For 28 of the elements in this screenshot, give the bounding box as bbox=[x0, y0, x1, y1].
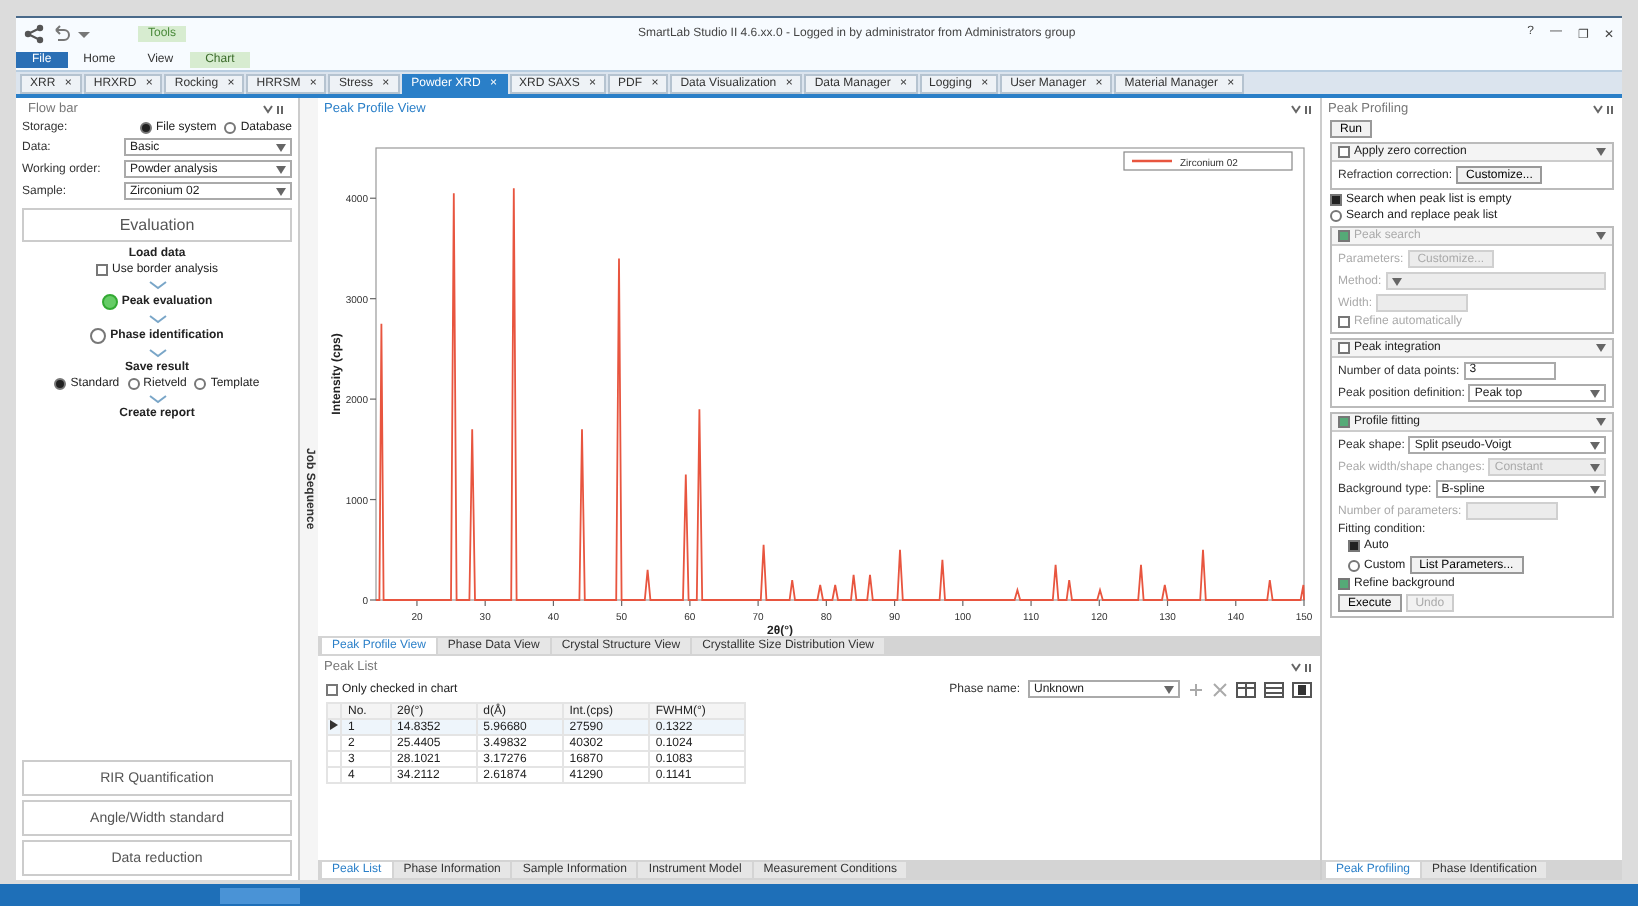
pin-icon[interactable] bbox=[1290, 661, 1314, 673]
row-pointer-icon bbox=[330, 720, 338, 730]
chevron-down-icon bbox=[147, 314, 167, 324]
dropdown-icon[interactable] bbox=[78, 27, 90, 39]
chevron-down-icon bbox=[147, 394, 167, 404]
collapse-icon[interactable] bbox=[1596, 148, 1606, 156]
pin-icon[interactable] bbox=[1290, 103, 1314, 115]
collapse-icon[interactable] bbox=[1596, 418, 1606, 426]
caret-icon bbox=[276, 187, 286, 195]
share-icon[interactable] bbox=[24, 23, 44, 43]
pin-icon[interactable] bbox=[1592, 103, 1616, 115]
chevron-down-icon bbox=[147, 280, 167, 290]
caret-icon bbox=[1391, 277, 1402, 285]
table-icon[interactable] bbox=[1236, 681, 1256, 697]
caret-icon bbox=[276, 143, 286, 151]
caret-icon bbox=[276, 165, 286, 173]
caret-icon bbox=[1590, 485, 1600, 493]
caret-icon bbox=[1590, 441, 1600, 449]
chevron-down-icon bbox=[147, 348, 167, 358]
undo-icon[interactable] bbox=[52, 24, 70, 42]
caret-icon bbox=[1164, 685, 1174, 693]
section-header[interactable]: Evaluation bbox=[22, 208, 292, 242]
caret-icon bbox=[1590, 463, 1600, 471]
caret-icon bbox=[1590, 389, 1600, 397]
collapse-icon[interactable] bbox=[1596, 344, 1606, 352]
pin-icon[interactable] bbox=[262, 103, 286, 115]
block-icon[interactable] bbox=[1292, 681, 1312, 697]
table-icon[interactable] bbox=[1264, 681, 1284, 697]
